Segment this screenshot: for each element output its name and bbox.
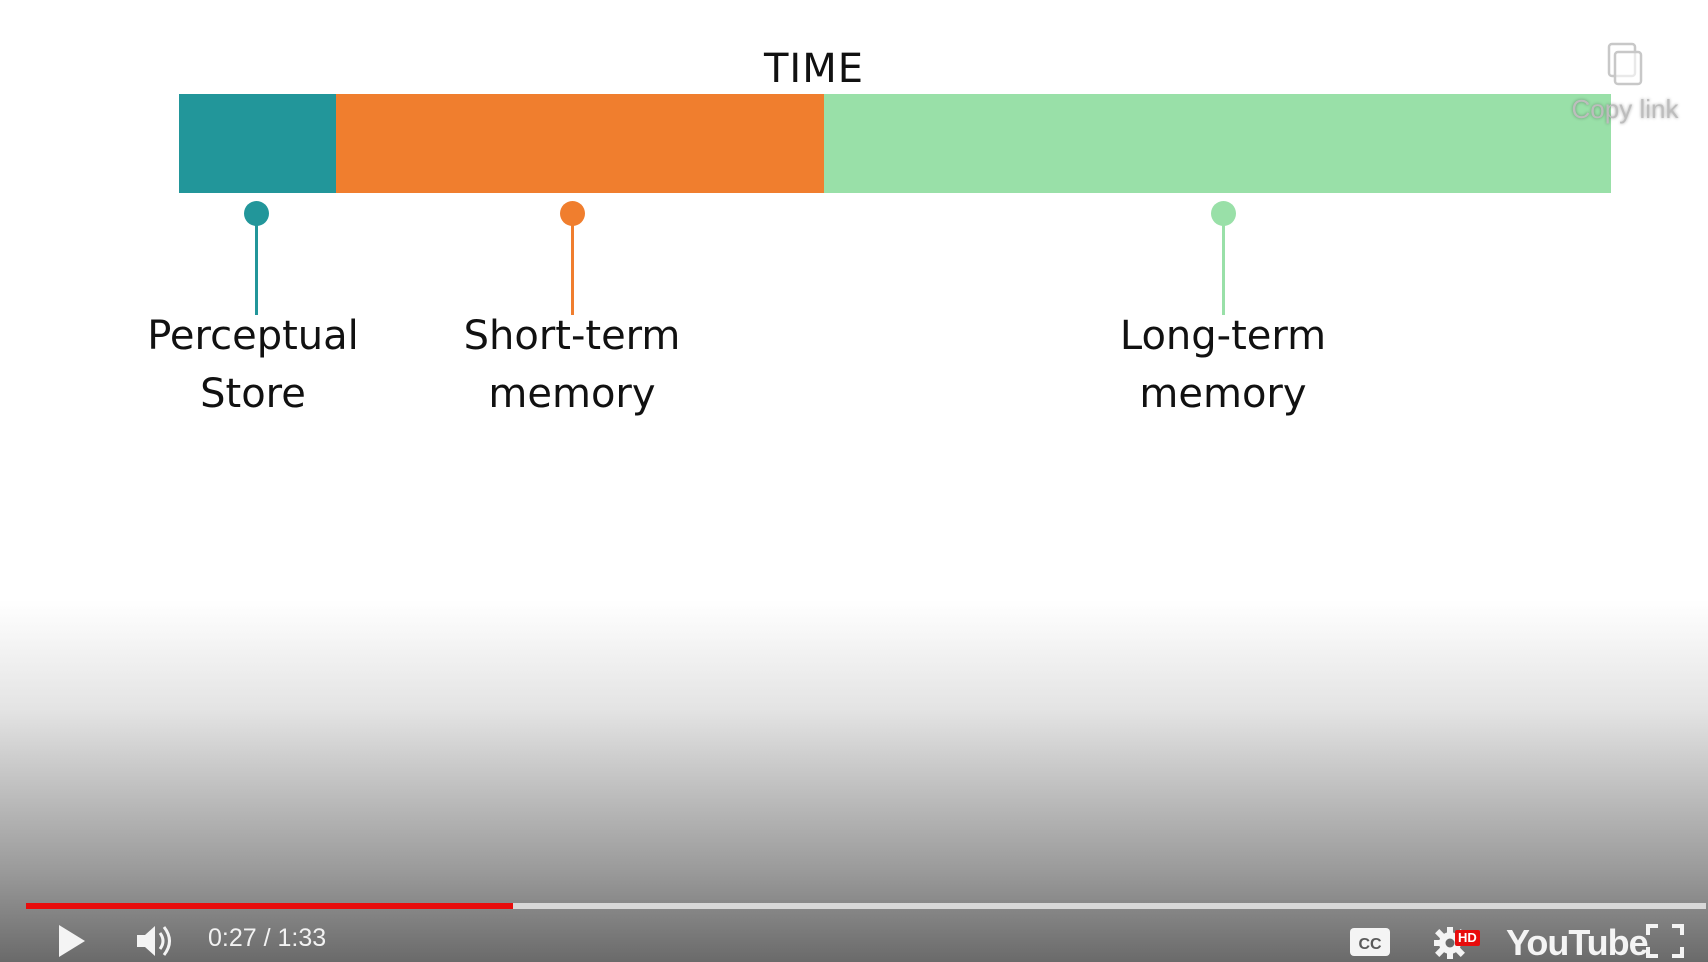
copy-icon <box>1607 42 1643 86</box>
perceptual-store-label-line2: Store <box>200 371 306 417</box>
copy-link-button[interactable]: Copy link <box>1560 42 1690 125</box>
volume-icon <box>137 926 171 956</box>
time-display: 0:27 / 1:33 <box>208 924 326 953</box>
time-separator: / <box>256 924 278 952</box>
svg-text:CC: CC <box>1358 936 1382 953</box>
captions-button[interactable]: CC <box>1348 920 1392 962</box>
short-term-memory-label-line2: memory <box>488 371 656 417</box>
youtube-logo[interactable]: YouTube <box>1506 922 1649 962</box>
progress-played <box>26 903 514 909</box>
copy-link-label: Copy link <box>1571 94 1679 124</box>
video-player[interactable]: TIME Perceptual Store Short-term memory <box>0 0 1708 962</box>
player-controls: 0:27 / 1:33 CC HD YouTube <box>0 920 1708 962</box>
perceptual-store-segment <box>179 94 336 193</box>
long-term-memory-label-line2: memory <box>1139 371 1307 417</box>
perceptual-store-label: Perceptual Store <box>103 307 403 423</box>
long-term-memory-segment <box>824 94 1611 193</box>
duration: 1:33 <box>277 924 327 952</box>
short-term-memory-segment <box>336 94 824 193</box>
long-term-memory-label-line1: Long-term <box>1119 313 1327 359</box>
progress-bar[interactable] <box>26 903 1706 909</box>
short-term-memory-label-line1: Short-term <box>463 313 681 359</box>
volume-button[interactable] <box>130 920 182 962</box>
closed-captions-icon: CC <box>1350 928 1390 956</box>
fullscreen-icon <box>1646 924 1684 958</box>
play-button[interactable] <box>50 920 94 962</box>
timeline-title: TIME <box>763 46 864 92</box>
short-term-memory-label: Short-term memory <box>422 307 722 423</box>
play-icon <box>59 925 85 957</box>
current-time: 0:27 <box>208 924 257 952</box>
memory-timeline-bar <box>179 94 1611 193</box>
hd-badge: HD <box>1455 930 1480 946</box>
perceptual-store-label-line1: Perceptual <box>147 313 359 359</box>
fullscreen-button[interactable] <box>1642 920 1688 962</box>
long-term-memory-label: Long-term memory <box>1073 307 1373 423</box>
